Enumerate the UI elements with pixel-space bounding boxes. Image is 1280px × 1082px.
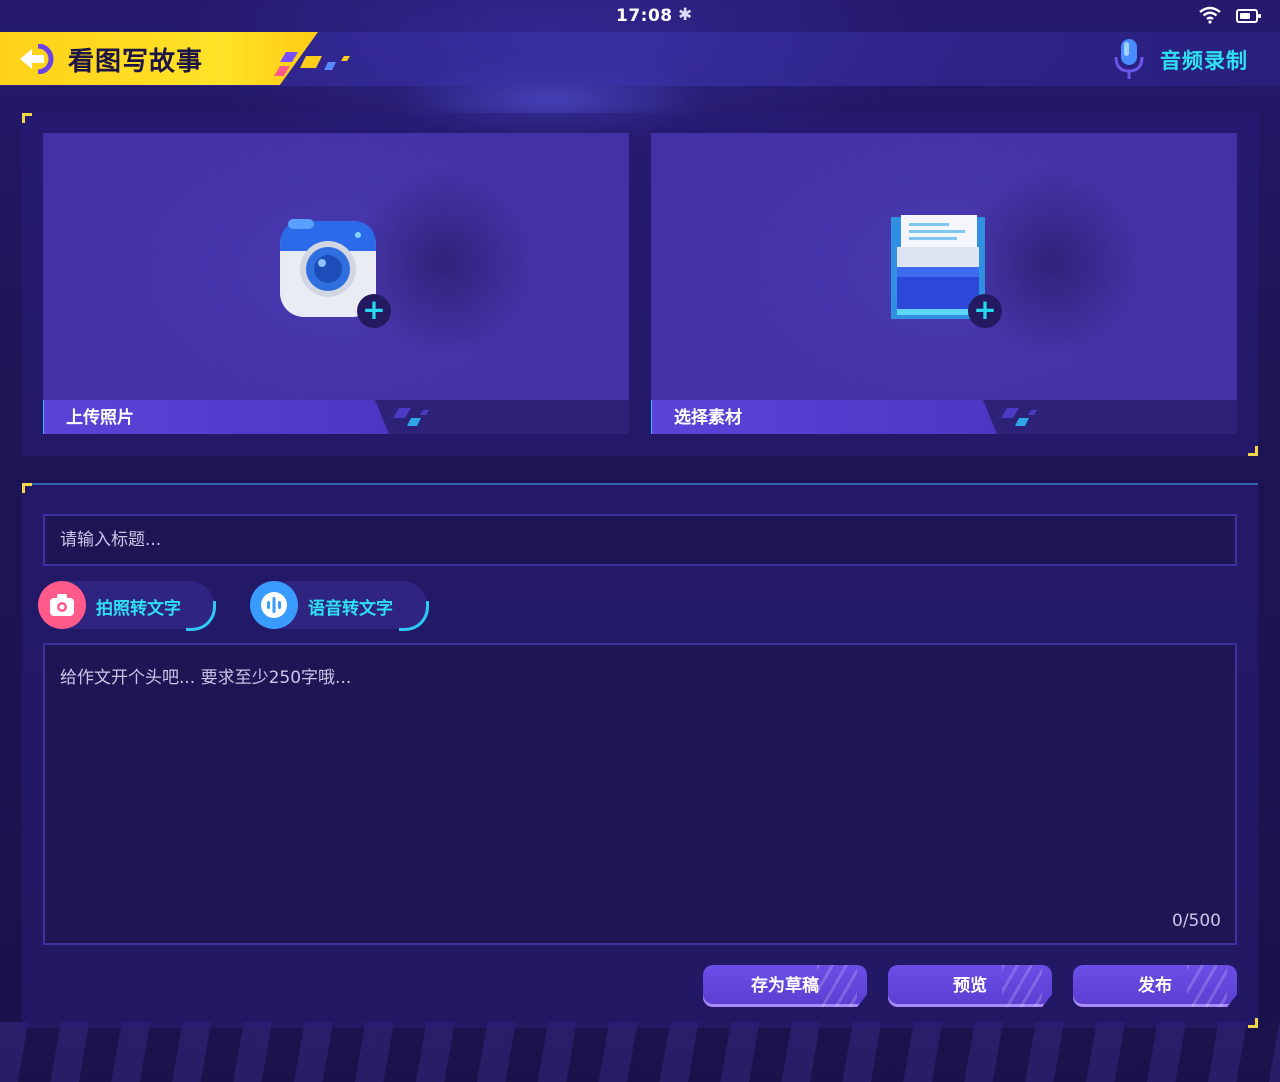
wifi-icon xyxy=(1199,6,1221,24)
corner-mark xyxy=(1248,1018,1258,1028)
pill-icon-circle xyxy=(38,581,86,629)
voice-wave-icon xyxy=(261,592,287,618)
tab-decoration xyxy=(393,408,429,426)
char-counter: 0/500 xyxy=(1172,911,1221,931)
choose-material-label: 选择素材 xyxy=(674,408,742,428)
camera-icon xyxy=(50,594,74,616)
upload-photo-card[interactable]: + 上传照片 xyxy=(43,133,629,434)
add-icon: + xyxy=(357,294,391,328)
story-textarea[interactable]: 给作文开个头吧... 要求至少250字哦... 0/500 xyxy=(43,643,1237,945)
preview-button[interactable]: 预览 xyxy=(888,965,1052,1007)
save-draft-label: 存为草稿 xyxy=(751,976,819,996)
textarea-placeholder: 给作文开个头吧... 要求至少250字哦... xyxy=(60,668,352,688)
card-tab: 选择素材 xyxy=(651,400,997,434)
pill-icon-circle xyxy=(250,581,298,629)
add-icon: + xyxy=(968,294,1002,328)
voice-to-text-label: 语音转文字 xyxy=(308,599,393,619)
title-input[interactable] xyxy=(43,514,1237,566)
publish-button[interactable]: 发布 xyxy=(1073,965,1237,1007)
header-decoration xyxy=(274,52,350,76)
corner-mark xyxy=(22,113,32,123)
battery-icon xyxy=(1236,9,1261,23)
status-time: 17:08 xyxy=(616,6,673,26)
upload-photo-label: 上传照片 xyxy=(66,408,134,428)
preview-label: 预览 xyxy=(953,976,987,996)
publish-label: 发布 xyxy=(1138,976,1172,996)
choose-material-card[interactable]: + 选择素材 xyxy=(651,133,1237,434)
photo-to-text-label: 拍照转文字 xyxy=(96,599,181,619)
microphone-icon[interactable] xyxy=(1112,37,1146,81)
photo-to-text-button[interactable]: 拍照转文字 xyxy=(38,581,216,631)
bluetooth-icon: ✱ xyxy=(678,5,693,25)
tab-decoration xyxy=(1001,408,1037,426)
back-arrow-icon[interactable] xyxy=(18,44,54,74)
corner-mark xyxy=(1248,446,1258,456)
background-rays xyxy=(0,1022,1280,1082)
page-title: 看图写故事 xyxy=(68,47,204,77)
save-draft-button[interactable]: 存为草稿 xyxy=(703,965,867,1007)
audio-record-button[interactable]: 音频录制 xyxy=(1160,45,1248,75)
voice-to-text-button[interactable]: 语音转文字 xyxy=(250,581,429,631)
corner-mark xyxy=(22,483,32,493)
status-bar: 17:08 ✱ xyxy=(0,0,1280,32)
card-tab: 上传照片 xyxy=(43,400,389,434)
